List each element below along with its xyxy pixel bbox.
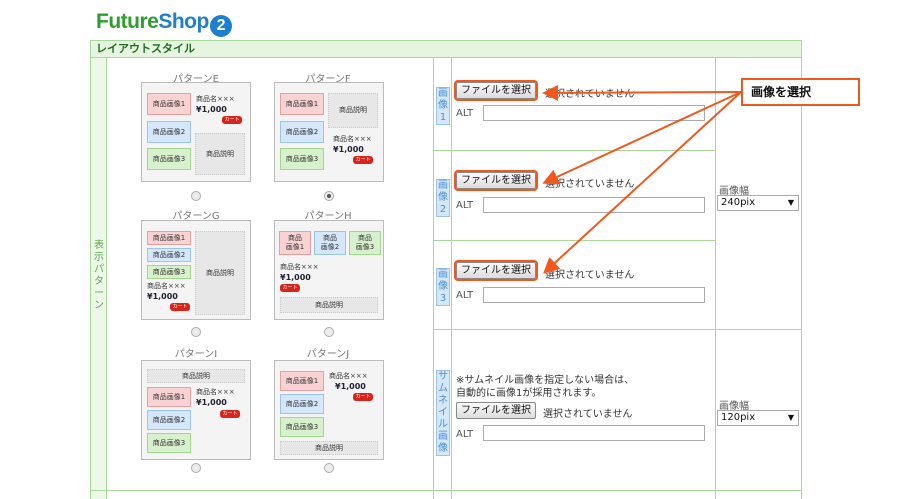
- product-description: 商品説明: [195, 231, 245, 315]
- pattern-f-radio[interactable]: [324, 191, 334, 201]
- product-description: 商品説明: [147, 369, 245, 383]
- pattern-i-preview[interactable]: 商品説明 商品画像1 商品名××× ¥1,000 カート 商品画像2 商品画像3: [141, 360, 251, 460]
- product-image-2: 商品画像2: [280, 394, 324, 414]
- product-description: 商品説明: [328, 93, 378, 128]
- image-1-alt-input[interactable]: [483, 105, 705, 121]
- pattern-h-preview[interactable]: 商品 画像1 商品 画像2 商品 画像3 商品名××× ¥1,000 カート 商品説明: [274, 220, 384, 320]
- pattern-j-radio[interactable]: [324, 463, 334, 473]
- product-name: 商品名×××: [280, 263, 319, 271]
- pattern-e-preview[interactable]: 商品画像1 商品名××× ¥1,000 カート 商品画像2 商品画像3 商品説明: [141, 82, 251, 182]
- product-image-3: 商品画像3: [280, 417, 324, 437]
- product-name: 商品名×××: [329, 372, 368, 380]
- image-3-alt-label: ALT: [456, 290, 474, 301]
- thumbnail-alt-input[interactable]: [483, 425, 705, 441]
- dropdown-arrow-icon: ▼: [787, 413, 794, 422]
- product-price: ¥1,000: [280, 273, 311, 282]
- display-pattern-label: 表示パターン: [94, 240, 104, 311]
- image-2-file-status: 選択されていません: [545, 179, 635, 190]
- product-image-2: 商品画像2: [147, 121, 191, 143]
- product-image-1: 商品画像1: [147, 231, 191, 245]
- pattern-h-radio[interactable]: [324, 327, 334, 337]
- product-image-1: 商品画像1: [147, 387, 191, 407]
- product-image-3: 商品画像3: [349, 231, 381, 255]
- thumbnail-note-line1: ※サムネイル画像を指定しない場合は、: [456, 375, 635, 386]
- product-price: ¥1,000: [196, 105, 227, 114]
- product-image-2: 商品画像2: [280, 121, 324, 143]
- cart-button: カート: [222, 116, 242, 124]
- product-name: 商品名×××: [196, 95, 235, 103]
- section-header-layout-style: レイアウトスタイル: [90, 40, 802, 58]
- dropdown-arrow-icon: ▼: [787, 198, 794, 207]
- product-image-3: 商品画像3: [147, 148, 191, 170]
- product-image-1: 商品画像1: [279, 231, 311, 255]
- thumbnail-file-button[interactable]: ファイルを選択: [456, 402, 536, 419]
- cart-button: カート: [353, 393, 373, 401]
- thumbnail-image-label: サムネイル画像: [436, 370, 450, 456]
- product-image-1: 商品画像1: [147, 93, 191, 115]
- futureshop-logo: Future Shop 2: [96, 10, 232, 37]
- image-3-file-status: 選択されていません: [545, 270, 635, 281]
- product-image-3: 商品画像3: [147, 265, 191, 279]
- product-description: 商品説明: [195, 133, 245, 175]
- product-price: ¥1,000: [196, 398, 227, 407]
- image-width-select[interactable]: 240pix ▼: [717, 195, 799, 211]
- cart-button: カート: [280, 284, 300, 292]
- pattern-e-radio[interactable]: [191, 191, 201, 201]
- product-name: 商品名×××: [333, 135, 372, 143]
- product-image-3: 商品画像3: [147, 433, 191, 453]
- pattern-j-label: パターンJ: [306, 349, 350, 360]
- thumbnail-width-select[interactable]: 120pix ▼: [717, 410, 799, 426]
- image-2-alt-label: ALT: [456, 200, 474, 211]
- cart-button: カート: [353, 156, 373, 164]
- product-description: 商品説明: [280, 441, 378, 455]
- image-2-file-button[interactable]: ファイルを選択: [454, 170, 538, 191]
- pattern-g-radio[interactable]: [191, 327, 201, 337]
- product-image-2: 商品画像2: [314, 231, 346, 255]
- pattern-g-preview[interactable]: 商品画像1 商品画像2 商品画像3 商品説明 商品名××× ¥1,000 カート: [141, 220, 251, 320]
- product-price: ¥1,000: [335, 382, 366, 391]
- image-2-alt-input[interactable]: [483, 197, 705, 213]
- pattern-j-preview[interactable]: 商品画像1 商品名××× ¥1,000 カート 商品画像2 商品画像3 商品説明: [274, 360, 384, 460]
- product-name: 商品名×××: [196, 388, 235, 396]
- product-image-3: 商品画像3: [280, 148, 324, 170]
- product-description: 商品説明: [280, 297, 378, 313]
- cart-button: カート: [220, 410, 240, 418]
- thumbnail-alt-label: ALT: [456, 429, 474, 440]
- product-price: ¥1,000: [333, 145, 364, 154]
- image-1-file-status: 選択されていません: [545, 89, 635, 100]
- product-price: ¥1,000: [147, 292, 178, 301]
- pattern-i-label: パターンI: [174, 349, 218, 360]
- product-image-1: 商品画像1: [280, 93, 324, 115]
- select-image-callout: 画像を選択: [741, 78, 860, 106]
- image-3-file-button[interactable]: ファイルを選択: [454, 260, 538, 281]
- image-2-label: 画像2: [436, 179, 450, 217]
- cart-button: カート: [170, 303, 190, 311]
- image-1-alt-label: ALT: [456, 108, 474, 119]
- product-image-2: 商品画像2: [147, 248, 191, 262]
- product-image-1: 商品画像1: [280, 371, 324, 391]
- thumbnail-note-line2: 自動的に画像1が採用されます。: [456, 388, 602, 399]
- pattern-f-preview[interactable]: 商品画像1 商品説明 商品画像2 商品名××× ¥1,000 カート 商品画像3: [274, 82, 384, 182]
- image-1-file-button[interactable]: ファイルを選択: [454, 80, 538, 101]
- image-3-alt-input[interactable]: [483, 287, 705, 303]
- product-name: 商品名×××: [147, 282, 186, 290]
- product-image-2: 商品画像2: [147, 410, 191, 430]
- image-1-label: 画像1: [436, 87, 450, 125]
- pattern-i-radio[interactable]: [191, 463, 201, 473]
- thumbnail-file-status: 選択されていません: [543, 409, 633, 420]
- image-3-label: 画像3: [436, 268, 450, 306]
